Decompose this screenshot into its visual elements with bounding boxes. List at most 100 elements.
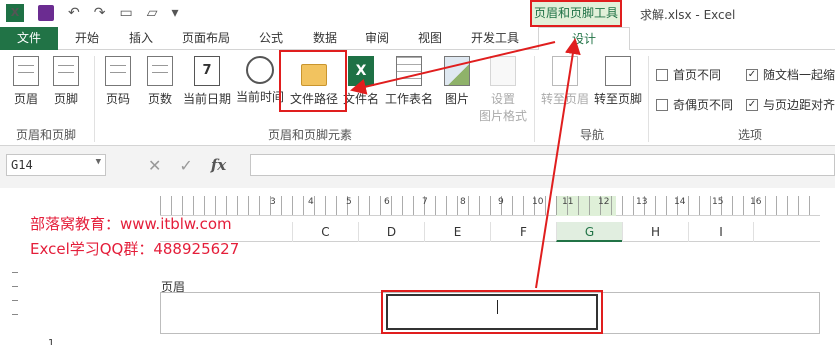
page-count-button[interactable]: 页数 [142,56,178,107]
ruler-number: 6 [384,197,390,207]
undo-icon[interactable]: ↶ [68,4,80,22]
header-icon [13,56,39,86]
goto-footer-button[interactable]: 转至页脚 [592,56,644,107]
file-path-highlight [279,50,347,112]
page-number-label: 页码 [105,92,130,106]
chevron-down-icon[interactable]: ▼ [96,157,101,167]
ruler-number: 12 [598,197,610,207]
redo-icon[interactable]: ↷ [94,4,106,22]
ruler-number: 16 [750,197,762,207]
save-icon[interactable] [38,5,54,21]
group-divider [648,56,649,142]
checkbox-checked[interactable]: ✓ [746,68,758,81]
ruler-number: 13 [636,197,648,207]
checkbox[interactable] [656,68,668,81]
ribbon-tabs: 文件 开始 插入 页面布局 公式 数据 审阅 视图 开发工具 设计 [0,27,835,51]
clock-icon [246,56,274,84]
tab-design[interactable]: 设计 [538,27,630,51]
goto-footer-icon [605,56,631,86]
header-button-label: 页眉 [13,92,38,106]
tab-insert[interactable]: 插入 [116,27,166,50]
name-box-value: G14 [11,158,33,172]
ruler-number: 9 [498,197,504,207]
header-button[interactable]: 页眉 [8,56,44,107]
center-header-section[interactable] [386,294,598,330]
page-count-icon [147,56,173,86]
column-header-e[interactable]: E [424,222,490,242]
column-header-g[interactable]: G [556,222,622,242]
row-number: 1 [48,338,55,345]
watermark: 部落窝教育：www.itblw.com Excel学习QQ群：488925627 [30,212,239,262]
column-header-c[interactable]: C [292,222,358,242]
header-footer-tools-title: 页眉和页脚工具 [530,0,622,27]
tab-view[interactable]: 视图 [405,27,455,50]
file-name-button[interactable]: X 文件名 [343,56,379,107]
picture-button[interactable]: 图片 [440,56,474,107]
formula-input[interactable] [250,154,835,176]
option-different-first-page[interactable]: 首页不同 [656,66,721,83]
page-layout-view: 3 4 5 6 7 8 9 10 11 12 13 14 15 16 C D E… [0,188,835,345]
picture-label: 图片 [444,92,469,106]
calendar-icon: 7 [194,56,220,86]
tab-page-layout[interactable]: 页面布局 [172,27,240,50]
ruler-number: 14 [674,197,686,207]
footer-button[interactable]: 页脚 [48,56,84,107]
window-title: 求解.xlsx - Excel [640,8,736,22]
cancel-icon[interactable]: ✕ [148,156,161,175]
excel-logo-icon: X [6,4,24,22]
tab-data[interactable]: 数据 [300,27,350,50]
customize-icon[interactable]: ▾ [171,4,178,22]
tab-developer[interactable]: 开发工具 [460,27,530,50]
current-date-label: 当前日期 [182,92,231,106]
ruler-number: 11 [562,197,574,207]
option-label: 首页不同 [673,68,722,82]
ribbon: 页眉 页脚 页眉和页脚 页码 页数 7 当前日期 当前时间 文件路径 X 文件名… [0,50,835,146]
name-box[interactable]: G14 ▼ [6,154,106,176]
insert-function-icon[interactable]: fx [211,156,226,174]
enter-icon[interactable]: ✓ [179,156,192,175]
ruler-number: 5 [346,197,352,207]
column-header-f[interactable]: F [490,222,556,242]
group-divider [94,56,95,142]
group-divider [534,56,535,142]
checkbox[interactable] [656,98,668,111]
goto-header-button[interactable]: 转至页眉 [540,56,590,107]
ruler-number: 8 [460,197,466,207]
format-picture-button[interactable]: 设置 图片格式 [476,56,530,124]
print-preview-icon[interactable]: ▭ [119,4,132,22]
tab-home[interactable]: 开始 [62,27,112,50]
sheet-name-label: 工作表名 [384,92,433,106]
tab-formulas[interactable]: 公式 [246,27,296,50]
open-folder-icon[interactable]: ▱ [147,4,158,22]
file-name-label: 文件名 [343,92,380,106]
tab-file[interactable]: 文件 [0,27,58,50]
checkbox-checked[interactable]: ✓ [746,98,758,111]
option-label: 与页边距对齐 [763,98,835,112]
ruler-number: 10 [532,197,544,207]
vertical-ruler [0,258,20,345]
column-header-h[interactable]: H [622,222,688,242]
option-scale-with-document[interactable]: ✓ 随文档一起缩 [746,66,835,83]
text-caret [497,300,498,314]
group-label-options: 选项 [737,128,762,142]
ruler-number: 3 [270,197,276,207]
format-picture-icon [490,56,516,86]
column-header-d[interactable]: D [358,222,424,242]
option-different-odd-even[interactable]: 奇偶页不同 [656,96,733,113]
ruler-number: 7 [422,197,428,207]
sheet-name-button[interactable]: 工作表名 [383,56,435,107]
title-bar: X ↶ ↷ ▭ ▱ ▾ 页眉和页脚工具 求解.xlsx - Excel [0,0,835,27]
column-header-i[interactable]: I [688,222,754,242]
quick-access-toolbar: X ↶ ↷ ▭ ▱ ▾ [6,4,179,22]
page-header-area[interactable] [160,290,820,334]
page-number-button[interactable]: 页码 [100,56,136,107]
group-label-header-footer: 页眉和页脚 [15,128,76,142]
footer-button-label: 页脚 [53,92,78,106]
group-label-elements: 页眉和页脚元素 [267,128,352,142]
tab-review[interactable]: 审阅 [352,27,402,50]
current-date-button[interactable]: 7 当前日期 [182,56,232,107]
page-number-icon [105,56,131,86]
option-align-with-margins[interactable]: ✓ 与页边距对齐 [746,96,835,113]
option-label: 随文档一起缩 [763,68,835,82]
column-headers: C D E F G H I [160,222,820,242]
